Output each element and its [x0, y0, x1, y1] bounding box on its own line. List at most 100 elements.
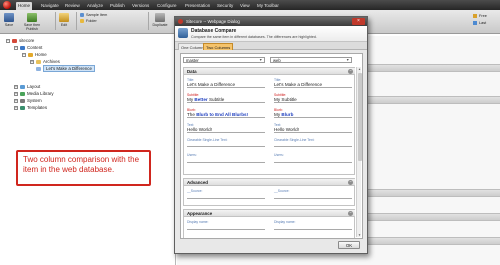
tab-review[interactable]: Review [63, 2, 82, 10]
field-label-display-name-right: Display name: [274, 220, 296, 224]
sitecore-icon [12, 38, 17, 43]
left-database-select[interactable]: master ▼ [183, 57, 265, 63]
free-button[interactable]: Free [473, 14, 487, 18]
collapse-section-icon[interactable]: − [348, 69, 353, 74]
tab-home[interactable]: Home [16, 2, 33, 10]
tree-item-label: Let's Make a Difference [43, 65, 95, 72]
folder-icon [36, 59, 41, 64]
section-title: Data [187, 69, 197, 74]
blurb-left-text: The [187, 112, 197, 117]
content-icon [20, 45, 25, 50]
section-title: Appearance [187, 211, 213, 216]
tab-my-toolbar[interactable]: My Toolbar [255, 2, 281, 10]
ribbon-separator [148, 12, 149, 30]
tab-security[interactable]: Security [215, 2, 235, 10]
ribbon-tab-bar: Home Navigate Review Analyze Publish Ver… [0, 0, 500, 10]
field-value-blurb-left[interactable]: The Blurb to End All Blurbs! [187, 112, 265, 118]
sitecore-logo-icon[interactable] [3, 1, 11, 9]
collapse-icon[interactable]: − [14, 46, 18, 50]
ribbon-separator [76, 12, 77, 30]
blurb-right-highlight: Blurb [281, 112, 294, 117]
close-icon[interactable]: × [352, 18, 365, 25]
tab-versions[interactable]: Versions [130, 2, 151, 10]
section-header[interactable]: Appearance − [184, 210, 355, 217]
tab-view[interactable]: View [238, 2, 252, 10]
insert-folder[interactable]: Folder [80, 19, 97, 24]
free-label: Free [479, 14, 487, 18]
tree-item-layout[interactable]: + Layout [14, 84, 40, 90]
tree-item-system[interactable]: + System [14, 98, 42, 104]
scrollbar-thumb[interactable] [357, 73, 362, 161]
right-database-value: web [273, 58, 281, 63]
expand-icon[interactable]: + [14, 99, 18, 103]
tree-item-label: Media Library [27, 91, 54, 96]
section-data: Data − Title: Title: Let's Make a Differ… [183, 67, 355, 175]
field-value-users-left[interactable] [187, 158, 265, 163]
tab-publish[interactable]: Publish [108, 2, 127, 10]
edit-button[interactable]: Edit [58, 13, 70, 27]
field-value-blurb-right[interactable]: My Blurb [274, 112, 352, 118]
dialog-title-bar[interactable]: Sitecore -- Webpage Dialog × [175, 17, 367, 26]
editor-section-bar [368, 189, 500, 197]
insert-sample-item[interactable]: Sample Item [80, 13, 107, 18]
expand-icon[interactable]: + [30, 60, 34, 64]
section-title: Advanced [187, 180, 208, 185]
tree-item-templates[interactable]: + Templates [14, 105, 47, 111]
duplicate-icon [155, 13, 165, 22]
edit-icon [59, 13, 69, 22]
field-value-subtitle-left[interactable]: My Better Subtitle [187, 97, 265, 103]
collapse-section-icon[interactable]: − [348, 211, 353, 216]
field-value-title-left[interactable]: Let's Make a Difference [187, 82, 265, 88]
tab-two-columns[interactable]: Two Columns [203, 43, 234, 50]
right-database-select[interactable]: web ▼ [270, 57, 352, 63]
editor-section-bar [368, 96, 500, 104]
tab-navigate[interactable]: Navigate [39, 2, 61, 10]
home-icon [28, 52, 33, 57]
tree-item-sitecore[interactable]: − sitecore [6, 38, 34, 44]
last-button[interactable]: Last [473, 21, 486, 25]
tab-analyze[interactable]: Analyze [85, 2, 105, 10]
document-icon [36, 66, 41, 71]
save-and-publish-button[interactable]: Save then Publish [20, 13, 44, 31]
field-value-display-name-left[interactable] [187, 225, 265, 230]
database-compare-icon [178, 28, 188, 38]
vertical-scrollbar[interactable]: ▲ ▼ [356, 67, 362, 237]
tree-item-media-library[interactable]: + Media Library [14, 91, 54, 97]
field-value-text-right[interactable]: Hello World! [274, 127, 352, 133]
field-value-clearable-right[interactable] [274, 142, 352, 147]
field-value-text-left[interactable]: Hello World! [187, 127, 265, 133]
section-header[interactable]: Advanced − [184, 179, 355, 186]
section-header[interactable]: Data − [184, 68, 355, 75]
collapse-icon[interactable]: − [6, 39, 10, 43]
tree-item-content[interactable]: − Content [14, 45, 42, 51]
tab-presentation[interactable]: Presentation [183, 2, 212, 10]
ok-button[interactable]: OK [338, 241, 360, 249]
field-value-source-right[interactable] [274, 194, 352, 199]
field-value-title-right[interactable]: Let's Make a Difference [274, 82, 352, 88]
collapse-icon[interactable]: − [22, 53, 26, 57]
field-value-source-left[interactable] [187, 194, 265, 199]
expand-icon[interactable]: + [14, 85, 18, 89]
expand-icon[interactable]: + [14, 92, 18, 96]
field-value-subtitle-right[interactable]: My Subtitle [274, 97, 352, 103]
dialog-window-title: Sitecore -- Webpage Dialog [186, 19, 240, 24]
scroll-up-icon[interactable]: ▲ [357, 67, 362, 71]
tree-item-home[interactable]: − Home [22, 52, 47, 58]
tree-item-label: Templates [27, 105, 48, 110]
scroll-down-icon[interactable]: ▼ [357, 233, 362, 237]
field-value-display-name-right[interactable] [274, 225, 352, 230]
tree-item-lets-make-a-difference[interactable]: Let's Make a Difference [36, 65, 95, 72]
expand-icon[interactable]: + [14, 106, 18, 110]
collapse-section-icon[interactable]: − [348, 180, 353, 185]
field-value-clearable-left[interactable] [187, 142, 265, 147]
save-label: Save [4, 23, 14, 27]
save-button[interactable]: Save [2, 13, 16, 27]
section-advanced: Advanced − __Source: __Source: [183, 178, 355, 206]
system-icon [20, 98, 25, 103]
field-label-source-left: __Source: [187, 189, 203, 193]
tab-configure[interactable]: Configure [155, 2, 179, 10]
dialog-header: Database Compare Compare the same item i… [175, 26, 367, 42]
duplicate-button[interactable]: Duplicate [150, 13, 170, 27]
templates-icon [20, 105, 25, 110]
field-value-users-right[interactable] [274, 158, 352, 163]
